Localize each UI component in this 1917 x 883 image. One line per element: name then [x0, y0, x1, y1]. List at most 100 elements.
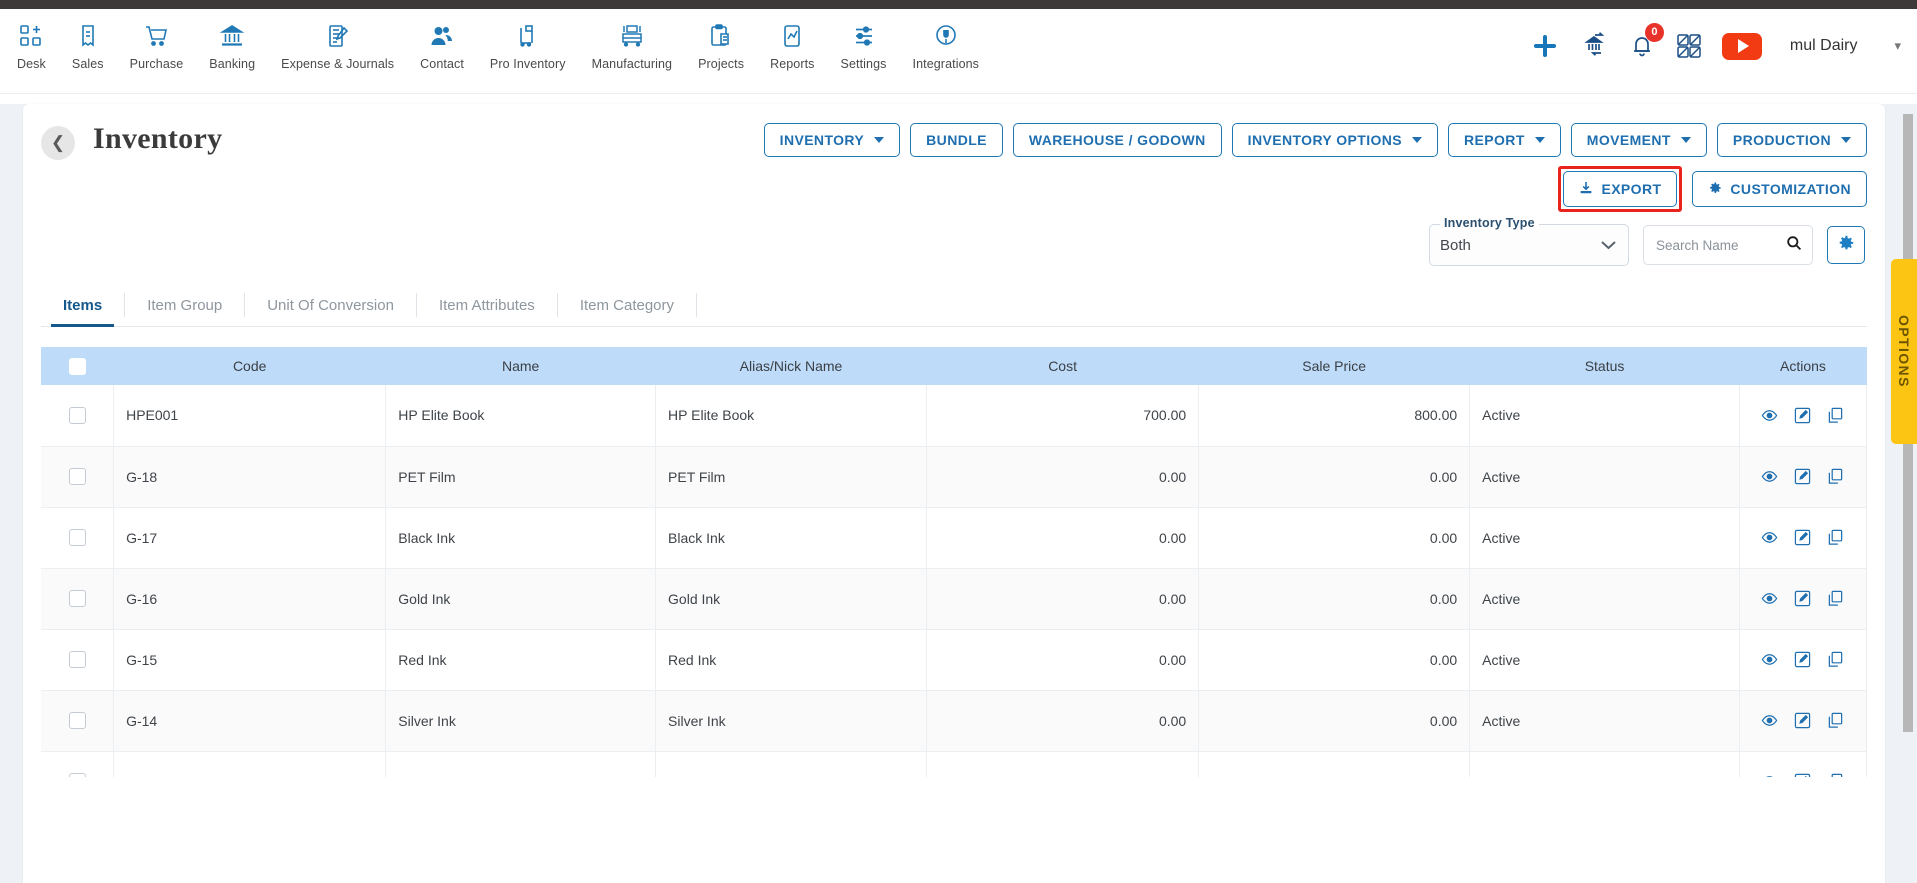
row-select-cell[interactable]: [41, 507, 115, 569]
customization-button[interactable]: CUSTOMIZATION: [1692, 171, 1867, 207]
production-dropdown-button[interactable]: PRODUCTION: [1716, 123, 1867, 157]
nav-item-desk[interactable]: Desk: [4, 17, 59, 71]
table-row[interactable]: G-14 Silver Ink Silver Ink 0.00 0.00 Act…: [41, 690, 1867, 752]
column-header-status[interactable]: Status: [1469, 347, 1740, 385]
report-chart-icon: [779, 21, 805, 51]
plus-icon[interactable]: [1530, 31, 1560, 61]
bank-transfer-icon[interactable]: [1579, 31, 1609, 61]
nav-item-contact[interactable]: Contact: [407, 17, 477, 71]
edit-icon[interactable]: [1794, 407, 1811, 424]
row-select-cell[interactable]: [41, 385, 115, 447]
eye-icon[interactable]: [1761, 651, 1778, 668]
inventory-options-dropdown-button[interactable]: INVENTORY OPTIONS: [1231, 123, 1439, 157]
tab-unit-of-conversion[interactable]: Unit Of Conversion: [245, 284, 416, 326]
tab-item-category[interactable]: Item Category: [558, 284, 696, 326]
download-icon: [1579, 181, 1593, 197]
grid-apps-icon[interactable]: [1675, 32, 1703, 60]
row-checkbox[interactable]: [68, 773, 86, 777]
warehouse-godown-button[interactable]: WAREHOUSE / GODOWN: [1012, 123, 1222, 157]
tab-items[interactable]: Items: [41, 284, 124, 327]
table-row[interactable]: G-16 Gold Ink Gold Ink 0.00 0.00 Active: [41, 568, 1867, 630]
nav-item-expense-journals[interactable]: Expense & Journals: [268, 17, 407, 71]
edit-icon[interactable]: [1794, 529, 1811, 546]
row-select-cell[interactable]: [41, 446, 115, 508]
nav-item-label: Projects: [698, 57, 745, 71]
row-select-cell[interactable]: [41, 690, 115, 752]
youtube-play-icon[interactable]: [1721, 32, 1762, 60]
copy-icon[interactable]: [1827, 590, 1844, 607]
chevron-down-icon[interactable]: ▾: [1894, 38, 1901, 54]
cell-actions: [1739, 690, 1867, 752]
column-header-code[interactable]: Code: [113, 347, 387, 385]
row-checkbox[interactable]: [68, 468, 86, 486]
tab-item-attributes[interactable]: Item Attributes: [417, 284, 557, 326]
inventory-dropdown-button[interactable]: INVENTORY: [763, 123, 901, 157]
cell-cost: 0.00: [926, 751, 1200, 777]
eye-icon[interactable]: [1761, 712, 1778, 729]
edit-icon[interactable]: [1794, 468, 1811, 485]
row-checkbox[interactable]: [68, 712, 86, 730]
nav-item-settings[interactable]: Settings: [828, 17, 900, 71]
row-select-cell[interactable]: [41, 751, 115, 777]
cell-code: G-14: [113, 690, 387, 752]
table-row[interactable]: G-13 Magenta Ink Magenta Ink 0.00 0.00 A…: [41, 751, 1867, 777]
column-header-sale-price[interactable]: Sale Price: [1198, 347, 1471, 385]
row-checkbox[interactable]: [68, 590, 86, 608]
column-header-alias[interactable]: Alias/Nick Name: [655, 347, 927, 385]
eye-icon[interactable]: [1761, 529, 1778, 546]
table-scroll-area[interactable]: Code Name Alias/Nick Name Cost Sale Pric…: [41, 347, 1867, 777]
chevron-left-icon[interactable]: ❮: [41, 126, 75, 160]
table-settings-button[interactable]: [1827, 226, 1865, 264]
row-select-cell[interactable]: [41, 629, 115, 691]
eye-icon[interactable]: [1761, 590, 1778, 607]
copy-icon[interactable]: [1827, 468, 1844, 485]
nav-item-manufacturing[interactable]: Manufacturing: [579, 17, 686, 71]
copy-icon[interactable]: [1827, 529, 1844, 546]
nav-item-integrations[interactable]: Integrations: [900, 17, 993, 71]
row-checkbox[interactable]: [68, 651, 86, 669]
eye-icon[interactable]: [1761, 773, 1778, 777]
nav-item-reports[interactable]: Reports: [757, 17, 827, 71]
table-row[interactable]: G-18 PET Film PET Film 0.00 0.00 Active: [41, 446, 1867, 508]
bell-icon[interactable]: 0: [1628, 23, 1664, 60]
row-checkbox[interactable]: [68, 529, 86, 547]
copy-icon[interactable]: [1827, 651, 1844, 668]
bundle-button[interactable]: BUNDLE: [910, 123, 1003, 157]
nav-item-label: Manufacturing: [591, 57, 673, 71]
search-icon[interactable]: [1786, 235, 1802, 256]
eye-icon[interactable]: [1761, 468, 1778, 485]
nav-item-banking[interactable]: Banking: [196, 17, 268, 71]
page-scrollbar-track[interactable]: [1902, 104, 1914, 883]
copy-icon[interactable]: [1827, 407, 1844, 424]
tab-item-group[interactable]: Item Group: [125, 284, 244, 326]
select-all-checkbox[interactable]: [68, 357, 86, 375]
cell-actions: [1739, 629, 1867, 691]
inventory-type-select[interactable]: Inventory Type Both: [1429, 216, 1629, 266]
nav-item-projects[interactable]: Projects: [685, 17, 757, 71]
export-button[interactable]: EXPORT: [1563, 171, 1678, 207]
edit-icon[interactable]: [1794, 590, 1811, 607]
chevron-down-icon: [1599, 237, 1618, 254]
search-box[interactable]: [1643, 225, 1813, 265]
select-all-header[interactable]: [41, 347, 115, 385]
table-row[interactable]: G-15 Red Ink Red Ink 0.00 0.00 Active: [41, 629, 1867, 691]
search-input[interactable]: [1654, 236, 1786, 254]
column-header-name[interactable]: Name: [385, 347, 657, 385]
row-select-cell[interactable]: [41, 568, 115, 630]
movement-dropdown-button[interactable]: MOVEMENT: [1570, 123, 1707, 157]
nav-item-sales[interactable]: Sales: [59, 17, 117, 71]
nav-item-purchase[interactable]: Purchase: [117, 17, 197, 71]
column-header-cost[interactable]: Cost: [926, 347, 1200, 385]
table-row[interactable]: G-17 Black Ink Black Ink 0.00 0.00 Activ…: [41, 507, 1867, 569]
copy-icon[interactable]: [1827, 712, 1844, 729]
options-side-tab[interactable]: OPTIONS: [1891, 259, 1917, 444]
nav-item-pro-inventory[interactable]: Pro Inventory: [477, 17, 579, 71]
table-row[interactable]: HPE001 HP Elite Book HP Elite Book 700.0…: [41, 385, 1867, 447]
copy-icon[interactable]: [1827, 773, 1844, 777]
row-checkbox[interactable]: [68, 407, 86, 425]
edit-icon[interactable]: [1794, 651, 1811, 668]
edit-icon[interactable]: [1794, 712, 1811, 729]
edit-icon[interactable]: [1794, 773, 1811, 777]
report-dropdown-button[interactable]: REPORT: [1448, 123, 1561, 157]
eye-icon[interactable]: [1761, 407, 1778, 424]
